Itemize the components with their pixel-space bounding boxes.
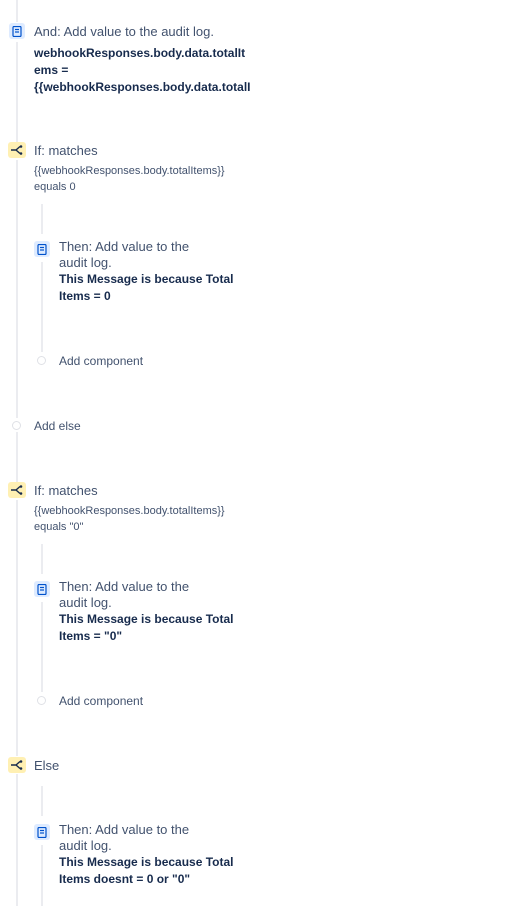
- step-title: Then: Add value to the: [59, 822, 190, 837]
- main-connector-line: [16, 0, 18, 22]
- branch-icon: [8, 142, 26, 158]
- main-connector-line: [16, 160, 18, 418]
- step-title: Else: [34, 758, 60, 773]
- step-title: audit log.: [59, 838, 112, 853]
- step-title: If: matches: [34, 483, 98, 498]
- branch-icon: [8, 482, 26, 498]
- add-component-button[interactable]: Add component: [59, 353, 143, 369]
- step-value: {{webhookResponses.body.data.totalI: [34, 80, 251, 94]
- audit-log-icon: [34, 581, 50, 597]
- audit-log-icon: [34, 824, 50, 840]
- add-component-dot-icon: [37, 696, 46, 705]
- add-else-dot-icon: [12, 421, 21, 430]
- if-condition-step[interactable]: If: matches {{webhookResponses.body.tota…: [34, 483, 264, 535]
- step-message: This Message is because Total: [59, 855, 234, 869]
- step-title: Then: Add value to the: [59, 579, 190, 594]
- else-step[interactable]: Else: [34, 758, 59, 774]
- add-else-button[interactable]: Add else: [34, 418, 81, 434]
- main-connector-line: [16, 774, 18, 906]
- step-value: ems =: [34, 63, 69, 77]
- step-title: If: matches: [34, 143, 98, 158]
- condition-expression: {{webhookResponses.body.totalItems}}: [34, 165, 225, 177]
- audit-log-step[interactable]: And: Add value to the audit log. webhook…: [34, 24, 264, 96]
- branch-connector-line: [41, 845, 43, 906]
- audit-log-icon: [9, 23, 25, 39]
- branch-connector-line: [41, 602, 43, 692]
- step-title: And: Add value to the audit log.: [34, 24, 214, 39]
- step-message: Items = 0: [59, 289, 111, 303]
- step-value: webhookResponses.body.data.totalIt: [34, 46, 246, 60]
- step-message: This Message is because Total: [59, 612, 234, 626]
- condition-value: equals 0: [34, 181, 76, 193]
- step-message: Items = "0": [59, 629, 123, 643]
- step-message: Items doesnt = 0 or "0": [59, 872, 191, 886]
- branch-connector-line: [41, 544, 43, 574]
- main-connector-line: [16, 432, 18, 482]
- main-connector-line: [16, 500, 18, 756]
- add-component-dot-icon: [37, 356, 46, 365]
- branch-connector-line: [41, 786, 43, 816]
- step-message: This Message is because Total: [59, 272, 234, 286]
- then-audit-log-step[interactable]: Then: Add value to the audit log. This M…: [59, 822, 279, 888]
- branch-icon: [8, 757, 26, 773]
- then-audit-log-step[interactable]: Then: Add value to the audit log. This M…: [59, 579, 279, 645]
- condition-value: equals "0": [34, 521, 84, 533]
- condition-expression: {{webhookResponses.body.totalItems}}: [34, 505, 225, 517]
- step-title: audit log.: [59, 255, 112, 270]
- add-component-button[interactable]: Add component: [59, 693, 143, 709]
- if-condition-step[interactable]: If: matches {{webhookResponses.body.tota…: [34, 143, 264, 195]
- step-title: Then: Add value to the: [59, 239, 190, 254]
- branch-connector-line: [41, 204, 43, 234]
- main-connector-line: [16, 42, 18, 142]
- step-title: audit log.: [59, 595, 112, 610]
- audit-log-icon: [34, 241, 50, 257]
- branch-connector-line: [41, 262, 43, 352]
- then-audit-log-step[interactable]: Then: Add value to the audit log. This M…: [59, 239, 279, 305]
